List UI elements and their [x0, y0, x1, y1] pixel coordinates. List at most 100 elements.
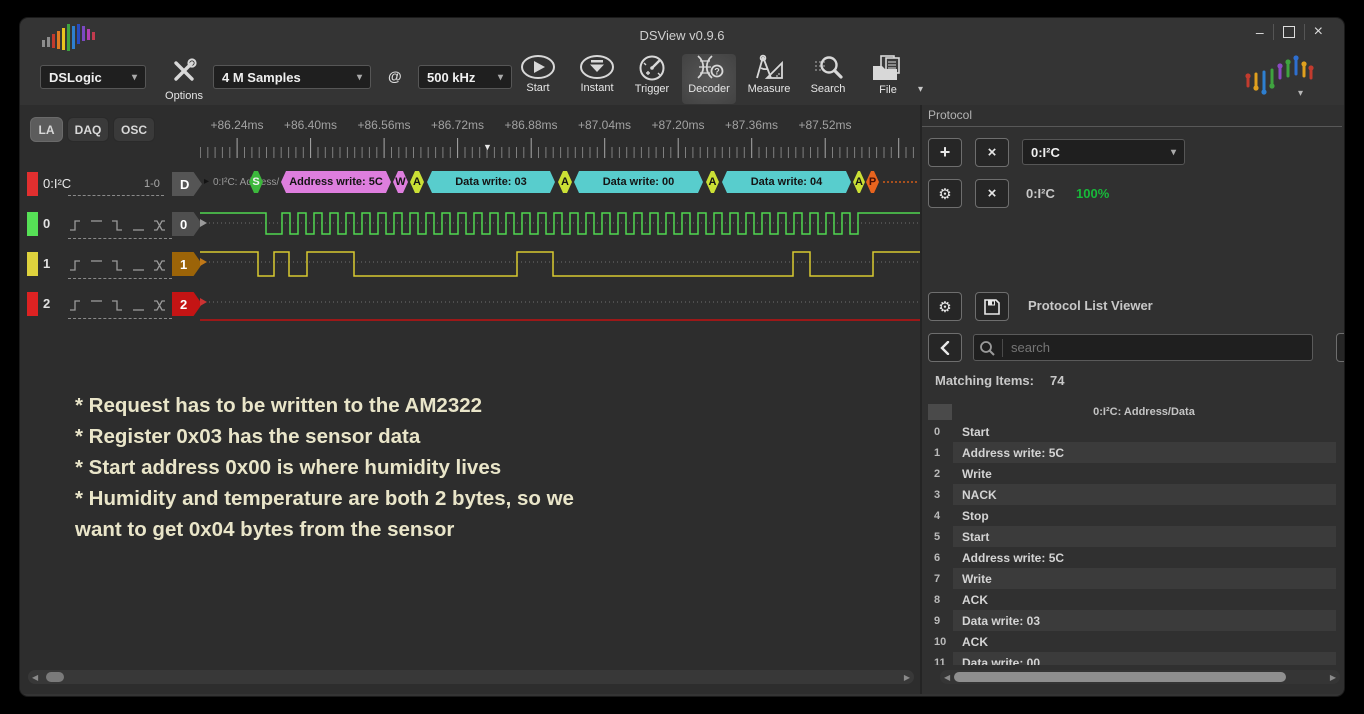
list-settings-button[interactable]: ⚙ — [928, 292, 962, 321]
row-value: Start — [953, 526, 1336, 547]
decoder-annotation[interactable]: A — [853, 171, 865, 193]
annotation-continuation-dots — [883, 181, 917, 183]
scrollbar-thumb[interactable] — [954, 672, 1286, 682]
logo-menu-caret-icon[interactable]: ▾ — [1298, 88, 1303, 99]
decoder-settings-button[interactable]: ⚙ — [928, 179, 962, 208]
row-index: 10 — [922, 636, 953, 648]
main-horizontal-scrollbar[interactable]: ◀ ▶ — [28, 670, 914, 684]
measure-compass-icon — [753, 54, 785, 81]
decoder-color-swatch[interactable] — [27, 172, 38, 196]
decoder-annotation[interactable]: A — [558, 171, 572, 193]
channel2-trigger-mode-icons[interactable] — [68, 298, 168, 313]
search-input[interactable] — [1003, 340, 1312, 355]
protocol-list-row[interactable]: 6Address write: 5C — [922, 547, 1336, 568]
channel2-color-swatch[interactable] — [27, 292, 38, 316]
sample-count-select[interactable]: 4 M Samples▾ — [213, 65, 371, 89]
decoder-name-underline — [68, 195, 164, 196]
waveform-traces[interactable] — [200, 205, 920, 325]
maximize-icon[interactable] — [1283, 26, 1295, 38]
row-index: 1 — [922, 447, 953, 459]
protocol-list-row[interactable]: 10ACK — [922, 631, 1336, 652]
protocol-list-row[interactable]: 2Write — [922, 463, 1336, 484]
protocol-list-row[interactable]: 7Write — [922, 568, 1336, 589]
decoder-button[interactable]: ? Decoder — [682, 54, 736, 104]
trigger-button[interactable]: Trigger — [624, 54, 680, 104]
minimize-button[interactable]: – — [1247, 24, 1273, 40]
protocol-dock-divider — [922, 126, 1342, 127]
window-title: DSView v0.9.6 — [20, 28, 1344, 43]
channel0-trigger-mode-icons[interactable] — [68, 218, 168, 233]
tab-la[interactable]: LA — [30, 117, 63, 142]
channel2-number: 2 — [43, 296, 50, 311]
scroll-left-icon[interactable]: ◀ — [28, 673, 42, 682]
protocol-list-row[interactable]: 1Address write: 5C — [922, 442, 1336, 463]
measure-button[interactable]: Measure — [741, 54, 797, 104]
protocol-list-table[interactable]: 0:I²C: Address/Data 0Start1Address write… — [922, 402, 1336, 665]
device-select[interactable]: DSLogic▾ — [40, 65, 146, 89]
decoder-annotation[interactable]: Data write: 03 — [427, 171, 555, 193]
channel2-underline — [68, 318, 172, 319]
decoder-annotation[interactable]: A — [706, 171, 719, 193]
list-horizontal-scrollbar[interactable]: ◀ ▶ — [940, 670, 1340, 684]
channel1-number: 1 — [43, 256, 50, 271]
table-corner-cell — [928, 404, 952, 420]
search-icon — [974, 339, 1003, 357]
decoder-annotation[interactable]: Data write: 00 — [574, 171, 703, 193]
add-decoder-button[interactable]: + — [928, 138, 962, 167]
channel1-trigger-mode-icons[interactable] — [68, 258, 168, 273]
options-button[interactable]: Options — [158, 56, 210, 104]
start-button[interactable]: Start — [510, 54, 566, 104]
decoder-annotation[interactable]: P — [866, 171, 879, 193]
protocol-list-row[interactable]: 0Start — [922, 421, 1336, 442]
decoder-annotation[interactable]: Address write: 5C — [281, 171, 391, 193]
protocol-list-row[interactable]: 5Start — [922, 526, 1336, 547]
protocol-list-row[interactable]: 11Data write: 00 — [922, 652, 1336, 665]
dna-decoder-icon: ? — [693, 54, 725, 81]
decoder-annotation[interactable]: S — [249, 171, 263, 193]
row-index: 11 — [922, 657, 953, 666]
scroll-left-icon[interactable]: ◀ — [940, 673, 954, 682]
save-list-button[interactable] — [975, 292, 1009, 321]
file-button[interactable]: File — [858, 54, 918, 104]
scrollbar-thumb[interactable] — [46, 672, 64, 682]
play-icon — [519, 54, 557, 80]
next-match-button[interactable] — [1336, 333, 1344, 362]
channel0-number: 0 — [43, 216, 50, 231]
chevron-left-icon — [940, 341, 950, 355]
matching-items-count: 74 — [1050, 373, 1064, 388]
decoder-annotation[interactable]: Data write: 04 — [722, 171, 851, 193]
row-value: ACK — [953, 631, 1336, 652]
decoder-select[interactable]: 0:I²C▾ — [1022, 139, 1185, 165]
scroll-right-icon[interactable]: ▶ — [1326, 673, 1340, 682]
protocol-list-row[interactable]: 4Stop — [922, 505, 1336, 526]
tab-osc[interactable]: OSC — [113, 117, 155, 142]
sample-rate-select[interactable]: 500 kHz▾ — [418, 65, 512, 89]
protocol-list-row[interactable]: 9Data write: 03 — [922, 610, 1336, 631]
instant-button[interactable]: Instant — [569, 54, 625, 104]
decoder-annotation[interactable]: W — [393, 171, 408, 193]
window-controls: – × — [1247, 23, 1332, 41]
protocol-list-row[interactable]: 3NACK — [922, 484, 1336, 505]
prev-match-button[interactable] — [928, 333, 962, 362]
decoder-instance-name: 0:I²C — [1026, 186, 1055, 201]
ruler-tick-label: +87.04ms — [569, 118, 641, 132]
channel0-color-swatch[interactable] — [27, 212, 38, 236]
decoder-delete-button[interactable]: × — [975, 179, 1009, 208]
row-value: Start — [953, 421, 1336, 442]
scroll-right-icon[interactable]: ▶ — [900, 673, 914, 682]
channel1-color-swatch[interactable] — [27, 252, 38, 276]
cursor-marker-icon[interactable]: ▼ — [483, 142, 492, 152]
row-value: Address write: 5C — [953, 442, 1336, 463]
tab-daq[interactable]: DAQ — [67, 117, 109, 142]
decoder-annotation[interactable]: A — [410, 171, 424, 193]
remove-decoder-button[interactable]: × — [975, 138, 1009, 167]
search-button[interactable]: Search — [800, 54, 856, 104]
row-value: Stop — [953, 505, 1336, 526]
protocol-list-row[interactable]: 8ACK — [922, 589, 1336, 610]
ruler-tick-label: +86.40ms — [275, 118, 347, 132]
decoder-annotations: SAddress write: 5CWAData write: 03AData … — [200, 171, 920, 193]
close-button[interactable]: × — [1305, 23, 1332, 41]
svg-text:?: ? — [714, 67, 720, 77]
row-value: Write — [953, 568, 1336, 589]
file-menu-caret-icon[interactable]: ▾ — [918, 84, 923, 95]
